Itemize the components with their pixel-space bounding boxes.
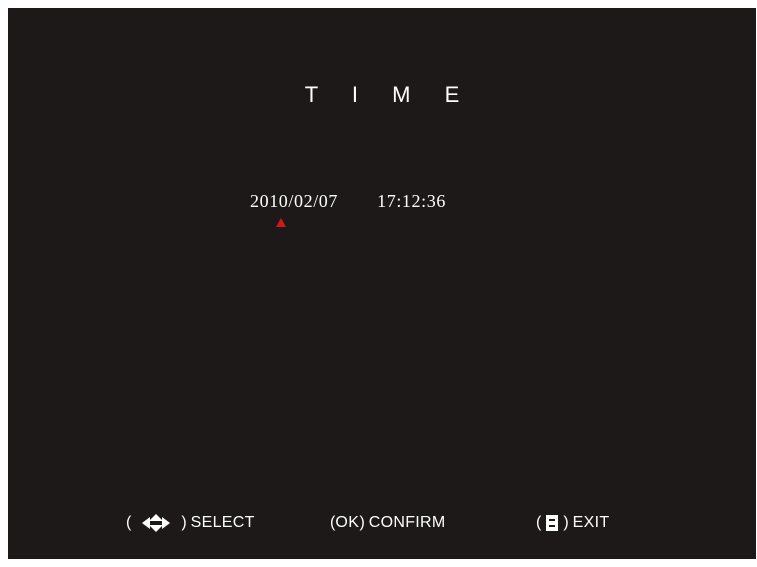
page-title: T I M E — [304, 82, 474, 107]
exit-hint: ( ) EXIT — [536, 511, 609, 535]
paren-close: ) — [181, 514, 187, 531]
datetime-row: 2010/02/07 17:12:36 — [250, 191, 446, 215]
time-field[interactable]: 17:12:36 — [377, 191, 446, 212]
arrows-icon — [134, 513, 178, 533]
confirm-label: CONFIRM — [368, 514, 446, 531]
exit-label: EXIT — [572, 514, 610, 531]
select-label: SELECT — [190, 514, 255, 531]
date-field[interactable]: 2010/02/07 — [250, 191, 338, 212]
paren-close: ) — [359, 514, 365, 531]
button-hints-bar: ( ) SELECT ( OK ) CONFIRM () EXIT — [8, 511, 756, 535]
ok-key: OK — [335, 514, 360, 531]
time-settings-screen: T I M E 2010/02/07 17:12:36 ( ) SELECT (… — [8, 8, 756, 559]
paren-open: ( — [536, 514, 542, 531]
confirm-hint: ( OK ) CONFIRM — [330, 511, 446, 535]
paren-close: ) — [563, 514, 569, 531]
menu-icon — [544, 514, 560, 532]
field-cursor-icon — [276, 218, 286, 227]
paren-open: ( — [126, 514, 132, 531]
select-hint: ( ) SELECT — [126, 511, 255, 535]
